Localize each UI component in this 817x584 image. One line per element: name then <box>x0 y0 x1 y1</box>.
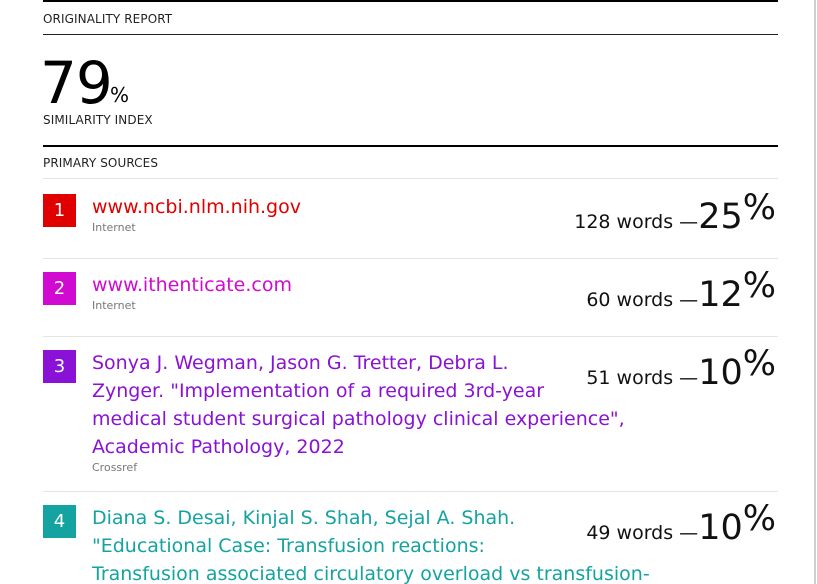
source-percent-sign: % <box>742 344 776 384</box>
sources-rule <box>43 145 778 147</box>
source-title-line: Diana S. Desai, Kinjal S. Shah, Sejal A.… <box>92 507 516 529</box>
source-title-line: www.ncbi.nlm.nih.gov <box>92 196 301 218</box>
source-title-line: www.ithenticate.com <box>92 274 292 296</box>
source-title-link[interactable]: www.ncbi.nlm.nih.gov <box>92 193 301 221</box>
source-percent: 10% <box>698 346 776 393</box>
source-number-badge: 2 <box>43 272 76 305</box>
source-title-line: Sonya J. Wegman, Jason G. Tretter, Debra… <box>92 352 509 374</box>
originality-report-page: ORIGINALITY REPORT 79 % SIMILARITY INDEX… <box>0 0 817 584</box>
source-percent-value: 10 <box>698 353 743 393</box>
sources-header-divider <box>43 178 778 179</box>
similarity-index-value: 79 <box>40 49 113 117</box>
source-percent-value: 10 <box>698 508 743 548</box>
source-percent: 12% <box>698 268 776 315</box>
source-word-count: 60 words — <box>586 289 699 311</box>
source-title-link[interactable]: Sonya J. Wegman, Jason G. Tretter, Debra… <box>92 349 625 461</box>
source-percent-sign: % <box>742 266 776 306</box>
source-word-count: 128 words — <box>574 211 699 233</box>
source-title-line: medical student surgical pathology clini… <box>92 408 625 430</box>
source-match-stat: 49 words —10% <box>586 501 776 546</box>
similarity-index-unit: % <box>110 83 130 107</box>
source-title-line: Transfusion associated circulatory overl… <box>92 563 650 584</box>
source-divider <box>43 258 778 259</box>
source-match-stat: 60 words —12% <box>586 268 776 313</box>
source-word-count: 49 words — <box>586 522 699 544</box>
source-type: Internet <box>92 299 136 312</box>
source-title-link[interactable]: www.ithenticate.com <box>92 271 292 299</box>
source-percent-sign: % <box>742 188 776 228</box>
similarity-index-label: SIMILARITY INDEX <box>43 113 153 127</box>
source-percent: 10% <box>698 501 776 548</box>
header-divider <box>43 34 778 35</box>
source-title-link[interactable]: Diana S. Desai, Kinjal S. Shah, Sejal A.… <box>92 504 650 584</box>
source-number-badge: 4 <box>43 505 76 538</box>
source-type: Crossref <box>92 461 138 474</box>
source-number-badge: 1 <box>43 194 76 227</box>
source-title-line: "Educational Case: Transfusion reactions… <box>92 535 485 557</box>
source-word-count: 51 words — <box>586 367 699 389</box>
source-match-stat: 128 words —25% <box>574 190 776 235</box>
page-edge-divider <box>814 0 816 584</box>
source-divider <box>43 491 778 492</box>
source-title-line: Academic Pathology, 2022 <box>92 436 345 458</box>
originality-report-heading: ORIGINALITY REPORT <box>43 12 173 26</box>
source-percent: 25% <box>698 190 776 237</box>
source-divider <box>43 336 778 337</box>
source-number-badge: 3 <box>43 350 76 383</box>
source-percent-sign: % <box>742 499 776 539</box>
source-title-line: Zynger. "Implementation of a required 3r… <box>92 380 545 402</box>
primary-sources-heading: PRIMARY SOURCES <box>43 156 159 170</box>
top-rule <box>43 0 778 2</box>
source-type: Internet <box>92 221 136 234</box>
source-percent-value: 12 <box>698 275 743 315</box>
source-percent-value: 25 <box>698 197 743 237</box>
source-match-stat: 51 words —10% <box>586 346 776 391</box>
